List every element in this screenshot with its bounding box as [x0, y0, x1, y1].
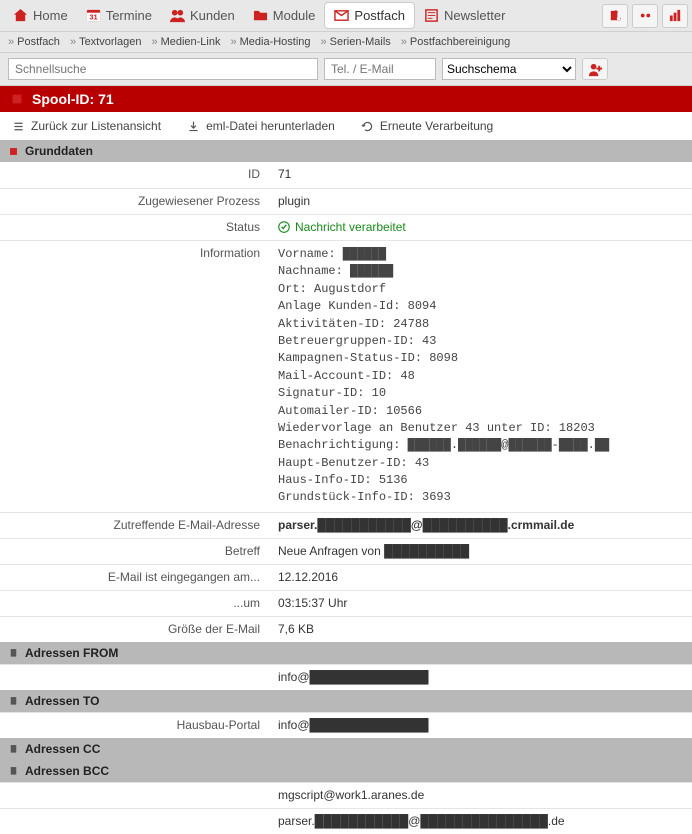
value-received-date: 12.12.2016	[270, 565, 692, 590]
user-plus-icon	[588, 62, 603, 77]
label-subject: Betreff	[0, 539, 270, 564]
search-row: Suchschema	[0, 53, 692, 86]
section-icon	[8, 765, 19, 776]
nav-module[interactable]: Module	[244, 3, 325, 28]
nav-postfach[interactable]: Postfach	[324, 2, 415, 29]
tel-email-input[interactable]	[324, 58, 436, 80]
value-received-time: 03:15:37 Uhr	[270, 591, 692, 616]
section-bcc: Adressen BCC	[0, 760, 692, 782]
search-scheme-select[interactable]: Suchschema	[442, 58, 576, 80]
section-from: Adressen FROM	[0, 642, 692, 664]
chart-icon	[668, 8, 683, 23]
value-size: 7,6 KB	[270, 617, 692, 642]
label-status: Status	[0, 215, 270, 240]
add-contact-button[interactable]	[582, 58, 608, 80]
value-information: Vorname: ██████ Nachname: ██████ Ort: Au…	[270, 241, 692, 512]
subnav-media-hosting[interactable]: »Media-Hosting	[230, 36, 310, 48]
quick-search-input[interactable]	[8, 58, 318, 80]
section-to: Adressen TO	[0, 690, 692, 712]
subnav-postfachbereinigung[interactable]: »Postfachbereinigung	[401, 36, 510, 48]
download-icon	[187, 120, 200, 133]
dots-icon	[638, 8, 653, 23]
folder-icon	[253, 8, 268, 23]
list-icon	[12, 120, 25, 133]
sub-nav: »Postfach »Textvorlagen »Medien-Link »Me…	[0, 32, 692, 53]
value-bcc-1: mgscript@work1.aranes.de	[270, 783, 692, 808]
value-to: info@██████████████	[270, 713, 692, 738]
section-icon	[8, 695, 19, 706]
nav-kunden[interactable]: Kunden	[161, 3, 244, 28]
subnav-postfach[interactable]: »Postfach	[8, 36, 60, 48]
label-received-date: E-Mail ist eingegangen am...	[0, 565, 270, 590]
newsletter-icon	[424, 8, 439, 23]
value-email-address: parser.███████████@██████████.crmmail.de	[270, 513, 692, 538]
label-received-time: ...um	[0, 591, 270, 616]
nav-newsletter[interactable]: Newsletter	[415, 3, 514, 28]
value-id: 71	[270, 162, 692, 188]
label-email-address: Zutreffende E-Mail-Adresse	[0, 513, 270, 538]
action-bar: Zurück zur Listenansicht eml-Datei herun…	[0, 112, 692, 140]
reprocess-link[interactable]: Erneute Verarbeitung	[361, 119, 493, 133]
value-bcc-2: parser.███████████@███████████████.de	[270, 809, 692, 834]
nav-home[interactable]: Home	[4, 3, 77, 28]
calendar-icon	[86, 8, 101, 23]
nav-termine[interactable]: Termine	[77, 3, 161, 28]
puzzle-icon	[608, 8, 623, 23]
label-size: Größe der E-Mail	[0, 617, 270, 642]
title-text: Spool-ID: 71	[32, 91, 114, 107]
subnav-textvorlagen[interactable]: »Textvorlagen	[70, 36, 142, 48]
nav-plugins-button[interactable]	[602, 4, 628, 28]
section-icon	[8, 647, 19, 658]
subnav-serien-mails[interactable]: »Serien-Mails	[321, 36, 391, 48]
status-badge: Nachricht verarbeitet	[278, 220, 684, 234]
spool-icon	[10, 92, 24, 106]
users-icon	[170, 8, 185, 23]
top-nav: Home Termine Kunden Module Postfach News…	[0, 0, 692, 32]
refresh-icon	[361, 120, 374, 133]
grunddaten-table: ID71 Zugewiesener Prozessplugin Status Na…	[0, 162, 692, 642]
section-icon	[8, 146, 19, 157]
section-grunddaten: Grunddaten	[0, 140, 692, 162]
nav-stats-button[interactable]	[662, 4, 688, 28]
subnav-medien-link[interactable]: »Medien-Link	[151, 36, 220, 48]
mail-icon	[334, 8, 349, 23]
value-process: plugin	[270, 189, 692, 214]
value-from: info@██████████████	[270, 665, 692, 690]
home-icon	[13, 8, 28, 23]
title-bar: Spool-ID: 71	[0, 86, 692, 112]
label-id: ID	[0, 162, 270, 188]
label-process: Zugewiesener Prozess	[0, 189, 270, 214]
label-information: Information	[0, 241, 270, 512]
value-subject: Neue Anfragen von ██████████	[270, 539, 692, 564]
label-to: Hausbau-Portal	[0, 713, 270, 738]
download-eml-link[interactable]: eml-Datei herunterladen	[187, 119, 335, 133]
back-to-list-link[interactable]: Zurück zur Listenansicht	[12, 119, 161, 133]
section-icon	[8, 743, 19, 754]
check-icon	[278, 221, 290, 233]
nav-activity-button[interactable]	[632, 4, 658, 28]
